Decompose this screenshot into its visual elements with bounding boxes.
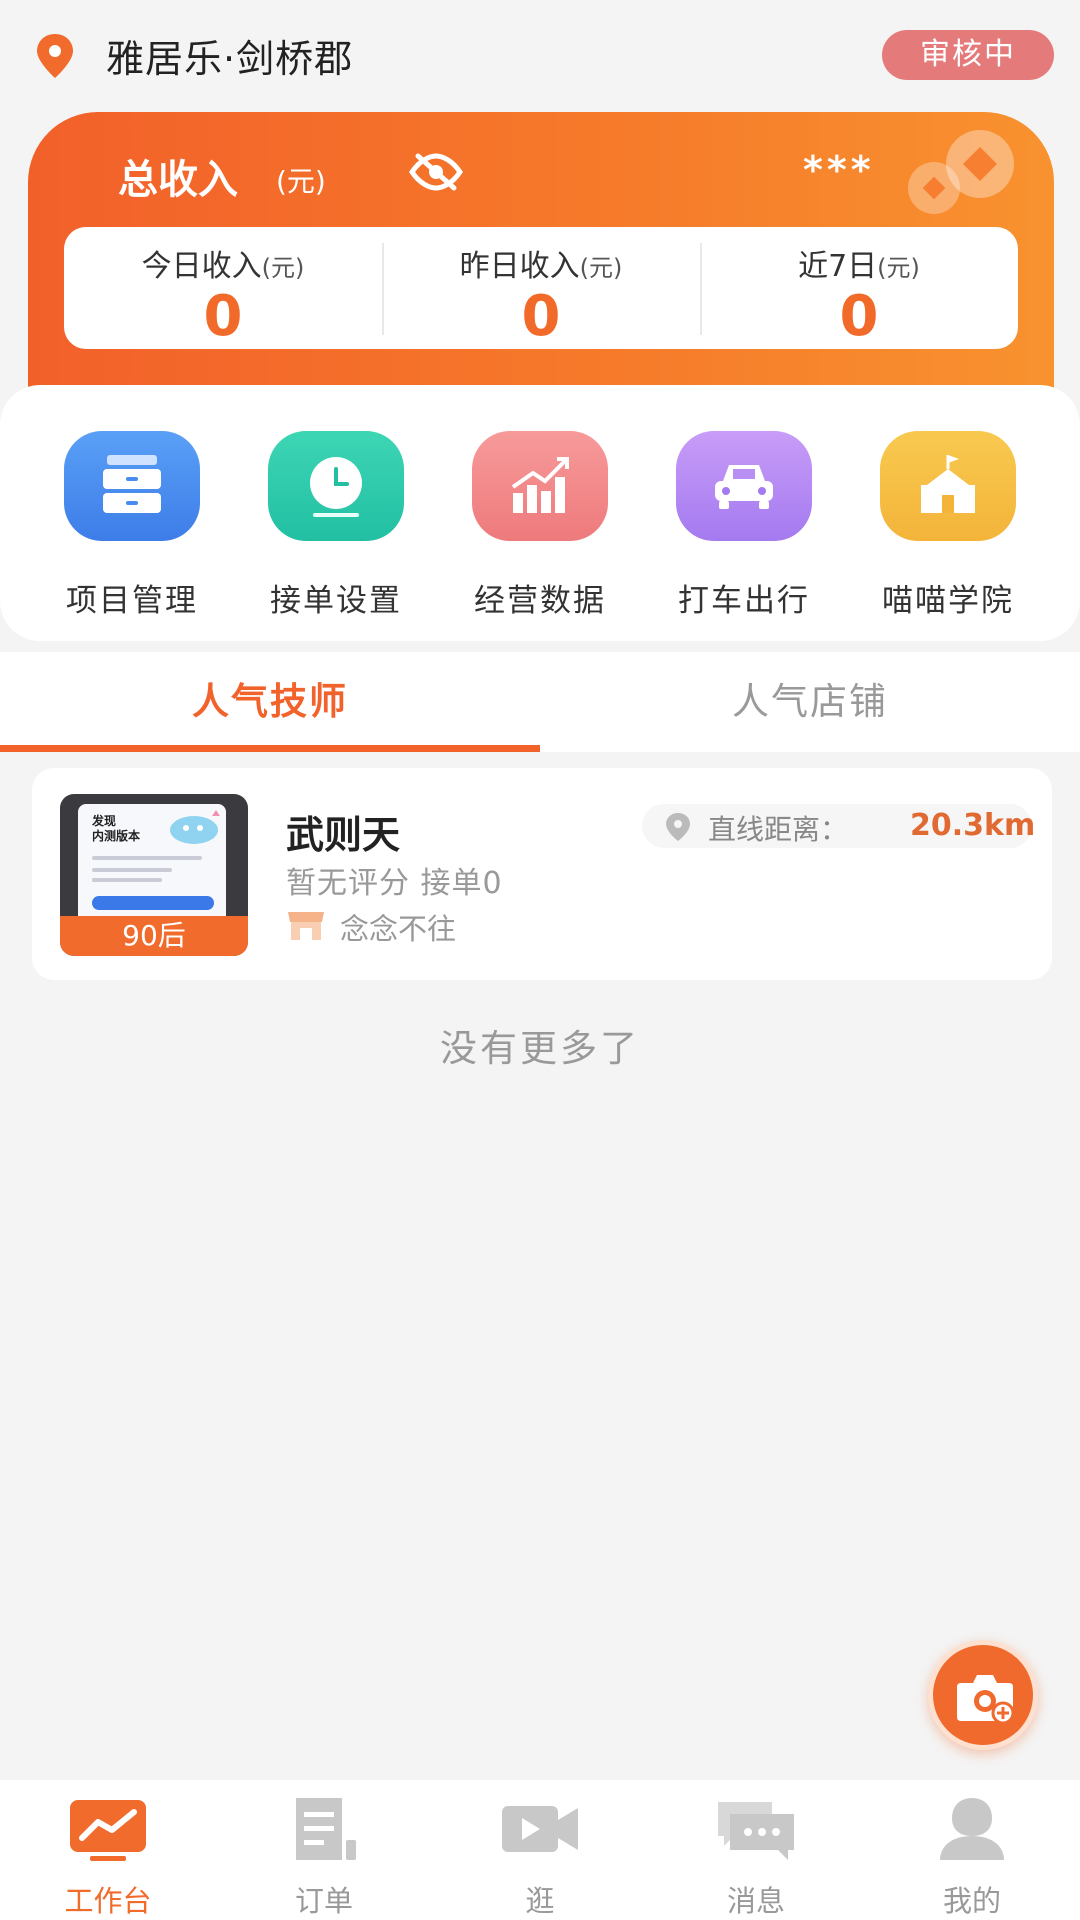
income-stats: 今日收入(元) 0 昨日收入(元) 0 近7日(元) 0: [64, 227, 1018, 349]
stat-label: 近7日(元): [798, 249, 920, 284]
distance-value: 20.3km: [910, 808, 1036, 843]
coin-icon: [908, 130, 1014, 214]
tabbar-label: 逛: [525, 1884, 555, 1918]
order-icon: [296, 1798, 356, 1860]
list-end-text: 没有更多了: [440, 1027, 640, 1070]
drawer-icon: [64, 431, 200, 541]
income-unit: (元): [276, 165, 326, 198]
camera-icon: [957, 1675, 1015, 1725]
total-income-value: ***: [803, 148, 875, 192]
shop-name: 念念不往: [340, 912, 457, 946]
tabbar-label: 工作台: [64, 1884, 152, 1918]
menu-label: 打车出行: [678, 583, 810, 619]
stat-yesterday[interactable]: 昨日收入(元) 0: [382, 227, 700, 349]
menu-label: 接单设置: [270, 583, 402, 619]
camera-button[interactable]: [928, 1640, 1038, 1750]
tab-popular-shops[interactable]: 人气店铺: [540, 652, 1080, 752]
menu-label: 经营数据: [474, 583, 606, 619]
menu-item-order-settings[interactable]: 接单设置: [246, 385, 426, 641]
stat-today[interactable]: 今日收入(元) 0: [64, 227, 382, 349]
technician-name: 武则天: [286, 813, 401, 857]
school-icon: [880, 431, 1016, 541]
pin-icon: [666, 813, 690, 841]
thumb-line: [92, 868, 172, 872]
stat-7days[interactable]: 近7日(元) 0: [700, 227, 1018, 349]
menu-item-business-data[interactable]: 经营数据: [450, 385, 630, 641]
income-card: 总收入 (元) *** 今日收入(元) 0 昨日收入(元) 0 近7日(元) 0: [28, 112, 1054, 402]
technician-photo: 发现 内测版本 90后: [60, 794, 248, 956]
video-icon: [502, 1806, 578, 1852]
thumb-button: [92, 896, 214, 910]
stat-label: 今日收入(元): [141, 249, 305, 284]
thumb-title: 发现 内测版本: [92, 814, 141, 843]
menu-item-academy[interactable]: 喵喵学院: [858, 385, 1038, 641]
message-icon: [718, 1802, 794, 1860]
menu-item-project-management[interactable]: 项目管理: [42, 385, 222, 641]
clock-icon: [268, 431, 404, 541]
eye-hidden-icon[interactable]: [408, 152, 464, 192]
dashboard-icon: [70, 1800, 146, 1861]
menu-label: 项目管理: [66, 583, 198, 619]
tabbar-item-messages[interactable]: 消息: [648, 1780, 864, 1920]
tabbar-label: 我的: [942, 1884, 1001, 1918]
stat-value: 0: [203, 284, 243, 349]
mascot-icon: [170, 810, 220, 844]
tabbar-item-profile[interactable]: 我的: [864, 1780, 1080, 1920]
stat-label: 昨日收入(元): [459, 249, 623, 284]
car-icon: [676, 431, 812, 541]
technician-card[interactable]: 发现 内测版本 90后 武则天 暂无评分 接单0 念念不往 直线距离： 20.3…: [32, 768, 1052, 980]
tabbar-item-orders[interactable]: 订单: [216, 1780, 432, 1920]
tabbar-item-browse[interactable]: 逛: [432, 1780, 648, 1920]
thumb-line: [92, 856, 202, 860]
chart-icon: [472, 431, 608, 541]
quick-menu: 项目管理 接单设置 经营数据 打车出行 喵喵学院: [0, 385, 1080, 641]
stat-value: 0: [521, 284, 561, 349]
thumb-line: [92, 878, 162, 882]
header: 雅居乐·剑桥郡 审核中: [0, 0, 1080, 110]
status-badge: 审核中: [882, 30, 1054, 80]
menu-label: 喵喵学院: [882, 583, 1014, 619]
age-tag: 90后: [60, 916, 248, 956]
ranking-tabs: 人气技师 人气店铺: [0, 652, 1080, 752]
profile-icon: [940, 1798, 1004, 1860]
store-name[interactable]: 雅居乐·剑桥郡: [106, 28, 353, 83]
distance-pill: 直线距离： 20.3km: [642, 804, 1036, 848]
shop-icon: [288, 912, 324, 940]
stat-value: 0: [839, 284, 879, 349]
income-title: 总收入: [118, 157, 238, 203]
tabbar-label: 订单: [294, 1884, 353, 1918]
menu-item-ride[interactable]: 打车出行: [654, 385, 834, 641]
distance-label: 直线距离：: [708, 813, 849, 846]
tabbar-item-workbench[interactable]: 工作台: [0, 1780, 216, 1920]
bottom-tabbar: 工作台 订单 逛 消息 我的: [0, 1780, 1080, 1920]
tabbar-label: 消息: [726, 1884, 785, 1918]
technician-meta: 暂无评分 接单0: [286, 866, 503, 901]
thumb-screenshot: 发现 内测版本: [78, 804, 226, 924]
location-icon: [37, 34, 73, 78]
tab-popular-technicians[interactable]: 人气技师: [0, 652, 540, 752]
